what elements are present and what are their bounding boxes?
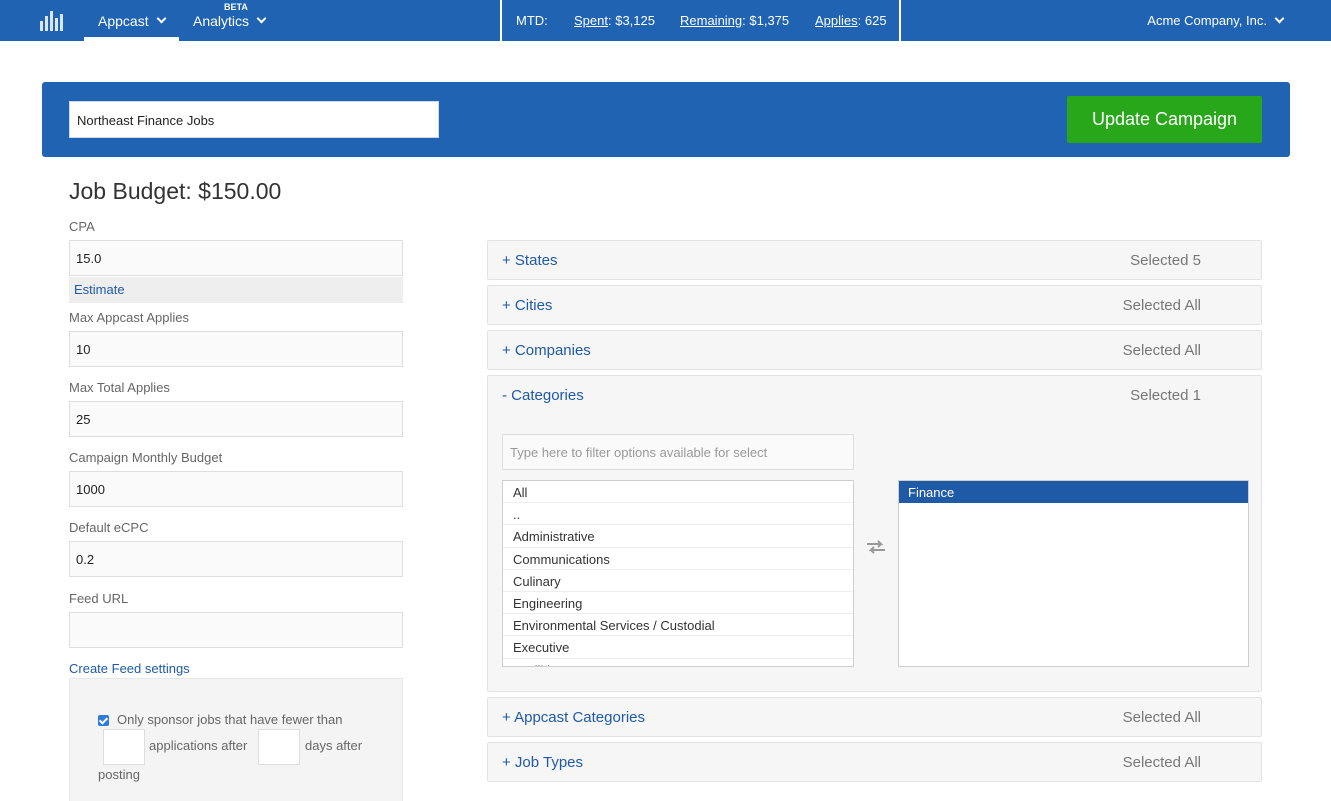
account-name: Acme Company, Inc.	[1147, 13, 1267, 28]
appcast-categories-selected: Selected All	[1122, 709, 1201, 726]
applications-after-text: applications after	[149, 738, 248, 753]
categories-filter-title[interactable]: - Categories	[502, 387, 584, 404]
spent-value: : $3,125	[607, 13, 655, 28]
cities-filter[interactable]: + Cities Selected All	[487, 285, 1262, 325]
companies-filter[interactable]: + Companies Selected All	[487, 330, 1262, 370]
applications-count-input[interactable]	[103, 729, 145, 765]
available-categories-list[interactable]: All .. Administrative Communications Cul…	[502, 480, 854, 667]
states-filter-title[interactable]: + States	[502, 252, 557, 269]
applies-link[interactable]: Applies	[815, 13, 858, 28]
list-item[interactable]: All	[503, 481, 853, 504]
account-menu[interactable]: Acme Company, Inc.	[1147, 0, 1285, 41]
companies-selected: Selected All	[1122, 342, 1201, 359]
cities-selected: Selected All	[1122, 297, 1201, 314]
remaining-value: : $1,375	[742, 13, 790, 28]
list-item[interactable]: Facilities	[503, 659, 853, 667]
remaining-link[interactable]: Remaining	[680, 13, 742, 28]
swap-arrows-icon[interactable]	[865, 540, 887, 554]
companies-filter-title[interactable]: + Companies	[502, 342, 591, 359]
nav-appcast-menu[interactable]: Appcast	[84, 0, 179, 41]
days-after-text: days after	[305, 738, 363, 753]
nav-analytics-label: Analytics	[193, 12, 250, 29]
nav-appcast-label: Appcast	[98, 12, 149, 29]
chevron-down-icon	[256, 13, 267, 24]
selected-categories-list[interactable]: Finance	[898, 480, 1249, 667]
states-selected: Selected 5	[1130, 252, 1201, 269]
sponsor-text: Only sponsor jobs that have fewer than	[117, 712, 343, 727]
list-item[interactable]: Culinary	[503, 570, 853, 592]
max-total-applies-label: Max Total Applies	[69, 380, 170, 395]
update-campaign-button[interactable]: Update Campaign	[1067, 96, 1262, 143]
categories-selected: Selected 1	[1130, 387, 1201, 404]
mtd-label: MTD:	[516, 13, 548, 28]
estimate-box: Estimate	[69, 277, 403, 303]
appcast-categories-filter-title[interactable]: + Appcast Categories	[502, 709, 645, 726]
create-feed-settings-link[interactable]: Create Feed settings	[69, 661, 190, 676]
cpa-label: CPA	[69, 219, 95, 234]
monthly-budget-label: Campaign Monthly Budget	[69, 450, 223, 465]
applies-stat[interactable]: Applies: 625	[815, 0, 887, 41]
states-filter[interactable]: + States Selected 5	[487, 240, 1262, 280]
chevron-down-icon	[156, 13, 167, 24]
default-ecpc-input[interactable]: 0.2	[69, 541, 403, 577]
feed-url-input[interactable]	[69, 612, 403, 648]
job-types-selected: Selected All	[1122, 754, 1201, 771]
list-item[interactable]: Communications	[503, 548, 853, 570]
list-item[interactable]: Administrative	[503, 525, 853, 548]
posting-text: posting	[98, 767, 140, 782]
feed-url-label: Feed URL	[69, 591, 129, 606]
nav-divider	[899, 0, 901, 41]
days-count-input[interactable]	[258, 729, 300, 765]
list-item[interactable]: Environmental Services / Custodial	[503, 614, 853, 637]
list-item[interactable]: Engineering	[503, 592, 853, 615]
job-types-filter-title[interactable]: + Job Types	[502, 754, 583, 771]
applies-value: : 625	[857, 13, 887, 28]
max-total-applies-input[interactable]: 25	[69, 401, 403, 437]
cities-filter-title[interactable]: + Cities	[502, 297, 552, 314]
category-filter-input[interactable]: Type here to filter options available fo…	[502, 434, 854, 470]
sponsor-checkbox[interactable]	[98, 715, 109, 726]
appcast-categories-filter[interactable]: + Appcast Categories Selected All	[487, 697, 1262, 737]
list-item[interactable]: Executive	[503, 636, 853, 659]
remaining-stat[interactable]: Remaining: $1,375	[680, 0, 789, 41]
default-ecpc-label: Default eCPC	[69, 520, 149, 535]
list-item[interactable]: Finance	[899, 481, 1248, 503]
chevron-down-icon	[1274, 13, 1285, 24]
max-appcast-applies-label: Max Appcast Applies	[69, 310, 189, 325]
list-item[interactable]: ..	[503, 503, 853, 526]
categories-filter: - Categories Selected 1 Type here to fil…	[487, 375, 1262, 692]
campaign-name-input[interactable]: Northeast Finance Jobs	[69, 101, 439, 138]
cpa-input[interactable]: 15.0	[69, 240, 403, 276]
feed-settings-panel: Only sponsor jobs that have fewer than a…	[69, 678, 403, 801]
nav-analytics-menu[interactable]: Analytics	[193, 0, 273, 41]
top-navbar: Appcast BETA Analytics MTD: Spent: $3,12…	[0, 0, 1331, 41]
max-appcast-applies-input[interactable]: 10	[69, 331, 403, 367]
job-budget-title: Job Budget: $150.00	[69, 178, 282, 204]
spent-link[interactable]: Spent	[574, 13, 608, 28]
estimate-link[interactable]: Estimate	[74, 282, 125, 297]
campaign-header: Northeast Finance Jobs Update Campaign	[42, 82, 1290, 157]
appcast-logo-icon[interactable]	[40, 11, 63, 31]
monthly-budget-input[interactable]: 1000	[69, 471, 403, 507]
spent-stat[interactable]: Spent: $3,125	[574, 0, 655, 41]
nav-divider	[500, 0, 502, 41]
job-types-filter[interactable]: + Job Types Selected All	[487, 742, 1262, 782]
